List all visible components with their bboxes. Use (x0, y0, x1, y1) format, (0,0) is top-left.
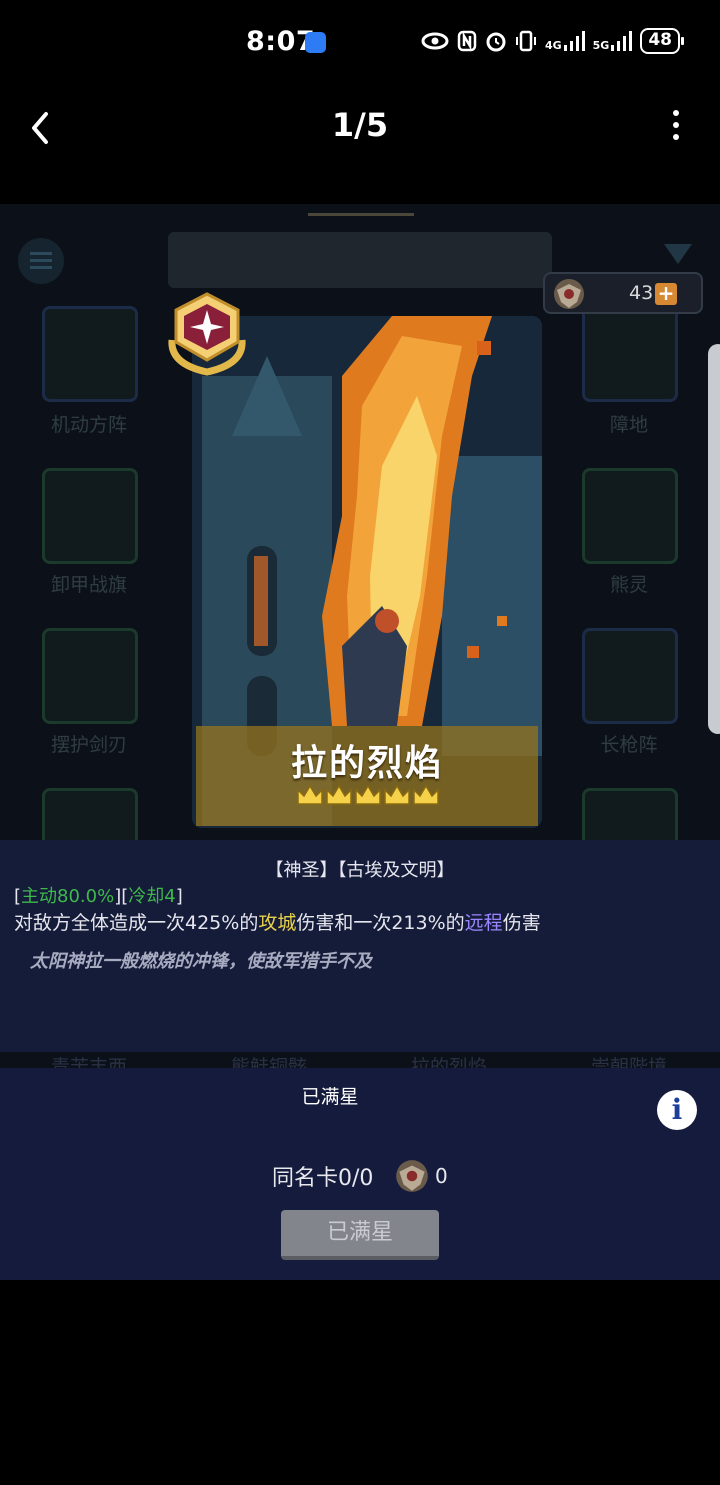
meta-bracket: ] (175, 886, 183, 907)
eagle-medal-icon (554, 279, 584, 309)
effect-text: 伤害 (502, 912, 541, 934)
card-slot-label: 长枪阵 (600, 734, 658, 756)
star-rating (296, 782, 446, 812)
menu-icon[interactable] (18, 238, 64, 284)
card-nameplate: 拉的烈焰 (196, 726, 538, 826)
more-options-icon[interactable] (670, 110, 682, 146)
card-name: 拉的烈焰 (290, 743, 443, 784)
side-handle[interactable] (708, 344, 720, 734)
meta-bracket: [ (14, 886, 22, 907)
meta-bracket: ][ (114, 886, 129, 907)
game-screen: 机动方阵 卸甲战旗 摆护剑刃 障地 熊灵 长枪阵 43 + 拉的烈焰 【神圣】【… (0, 204, 720, 1280)
filter-icon[interactable] (664, 244, 692, 264)
status-icons: 4G 5G 48 (421, 28, 684, 54)
card-slot[interactable] (582, 628, 678, 724)
card-skill-meta: [主动80.0%][冷却4] (14, 882, 183, 908)
card-effect-text: 对敌方全体造成一次425%的攻城伤害和一次213%的远程伤害 (14, 908, 541, 935)
card-tags: 【神圣】【古埃及文明】 (265, 860, 455, 881)
max-star-button[interactable]: 已满星 (281, 1210, 439, 1260)
card-description-panel: 【神圣】【古埃及文明】 [主动80.0%][冷却4] 对敌方全体造成一次425%… (0, 840, 720, 1052)
nfc-icon (457, 30, 477, 52)
effect-text: 对敌方全体造成一次425%的 (14, 912, 259, 934)
featured-card[interactable]: 拉的烈焰 (192, 316, 542, 828)
crown-icon (355, 784, 381, 805)
top-ornament (308, 206, 414, 216)
eye-icon (421, 32, 449, 50)
status-bar: 8:07 4G 5G 48 (0, 0, 720, 84)
info-icon[interactable]: i (657, 1090, 697, 1130)
card-slot[interactable] (42, 306, 138, 402)
network-5g-label: 5G (592, 39, 610, 52)
signal-5g-icon: 5G (593, 31, 633, 51)
card-slot[interactable] (582, 468, 678, 564)
effect-keyword-ranged: 远程 (464, 912, 503, 934)
active-chance: 主动80.0% (21, 886, 115, 907)
star-upgrade-panel: 已满星 i 同名卡0/0 0 已满星 (0, 1068, 720, 1280)
medal-cost: 0 (435, 1164, 448, 1188)
card-flavor-text: 太阳神拉一般燃烧的冲锋，使敌军措手不及 (30, 951, 372, 972)
medal-counter: 43 + (543, 272, 703, 314)
card-slot[interactable] (42, 628, 138, 724)
vibrate-icon (515, 30, 536, 52)
eagle-medal-icon (396, 1160, 428, 1192)
medal-count: 43 (629, 282, 654, 304)
alarm-icon (486, 32, 506, 52)
nav-bar: 1/5 (0, 84, 720, 174)
crown-icon (297, 784, 323, 805)
page-counter: 1/5 (331, 106, 389, 144)
app-notification-icon (305, 32, 326, 53)
rank-badge-icon (168, 292, 246, 376)
effect-text: 伤害和一次213%的 (296, 912, 465, 934)
card-slot-label: 机动方阵 (50, 414, 127, 436)
crown-icon (413, 784, 439, 805)
add-medal-button[interactable]: + (655, 283, 677, 305)
card-slot-label: 摆护剑刃 (50, 734, 127, 756)
card-slot[interactable] (582, 306, 678, 402)
card-slot[interactable] (42, 468, 138, 564)
search-bar[interactable] (168, 232, 552, 288)
crown-icon (384, 784, 410, 805)
effect-keyword-siege: 攻城 (258, 912, 297, 934)
max-star-status: 已满星 (301, 1086, 359, 1108)
card-slot-label: 障地 (609, 414, 648, 436)
network-4g-label: 4G (544, 39, 562, 52)
signal-4g-icon: 4G (545, 31, 585, 51)
card-slot-label: 卸甲战旗 (50, 574, 127, 596)
crown-icon (326, 784, 352, 805)
card-slot-label: 熊灵 (609, 574, 648, 596)
battery-indicator: 48 (640, 28, 684, 54)
duplicate-card-count: 同名卡0/0 (272, 1166, 374, 1191)
cooldown: 冷却4 (128, 886, 176, 907)
